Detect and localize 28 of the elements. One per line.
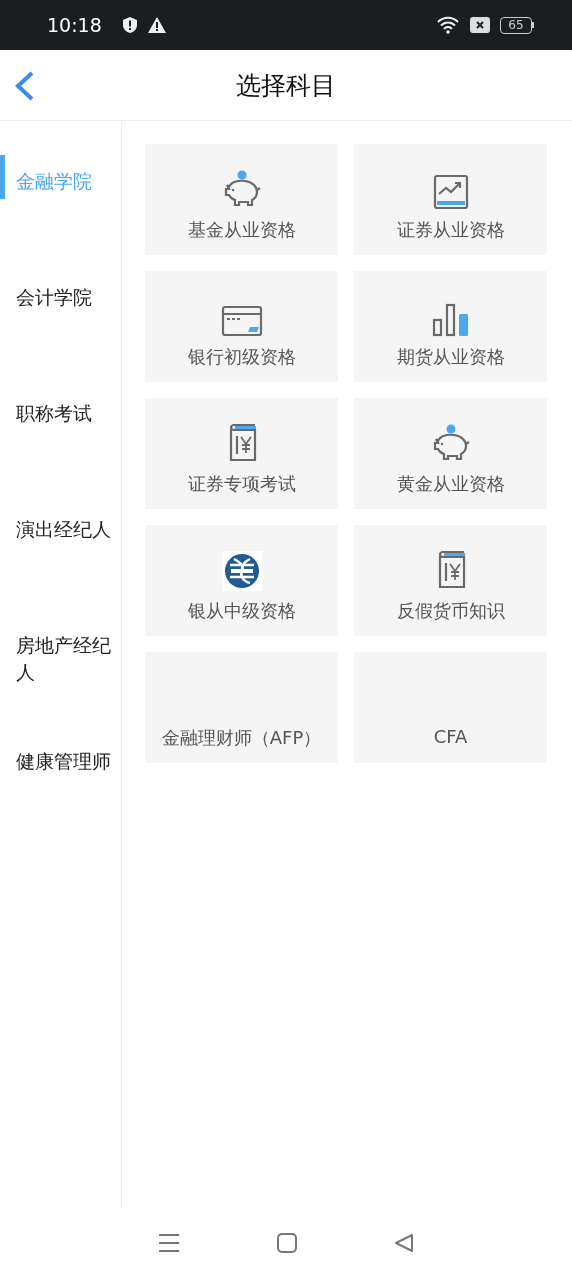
page-title: 选择科目	[236, 69, 336, 102]
battery-icon: 65	[500, 16, 534, 34]
subject-tile[interactable]: CFA	[354, 652, 547, 763]
sidebar-item[interactable]: 会计学院	[0, 267, 121, 383]
sidebar-item[interactable]: 演出经纪人	[0, 499, 121, 615]
selection-marker	[0, 155, 5, 199]
subject-tile[interactable]: 银行初级资格	[145, 271, 338, 382]
wifi-icon	[436, 16, 460, 34]
bar-chart-icon	[431, 303, 470, 337]
subject-tile[interactable]: 证券从业资格	[354, 144, 547, 255]
sim-error-icon	[470, 17, 490, 33]
subject-tile[interactable]: 证券专项考试	[145, 398, 338, 509]
sidebar-item[interactable]: 健康管理师	[0, 731, 121, 847]
sidebar-item[interactable]: 房地产经纪人	[0, 615, 121, 731]
bank-card-icon	[220, 305, 263, 337]
subject-tile[interactable]: 黄金从业资格	[354, 398, 547, 509]
chart-icon	[432, 174, 469, 210]
subject-tile[interactable]: 期货从业资格	[354, 271, 547, 382]
shield-icon	[121, 16, 138, 34]
clock: 10:18	[47, 14, 102, 36]
sidebar-item[interactable]: 职称考试	[0, 383, 121, 499]
subject-tile[interactable]: 金融理财师（AFP）	[145, 652, 338, 763]
subject-tile[interactable]: 银从中级资格	[145, 525, 338, 636]
emblem-icon	[221, 551, 262, 591]
subject-tile[interactable]: 反假货币知识	[354, 525, 547, 636]
subject-tile[interactable]: 基金从业资格	[145, 144, 338, 255]
warning-icon	[147, 17, 166, 33]
back-triangle-icon[interactable]	[393, 1233, 414, 1253]
